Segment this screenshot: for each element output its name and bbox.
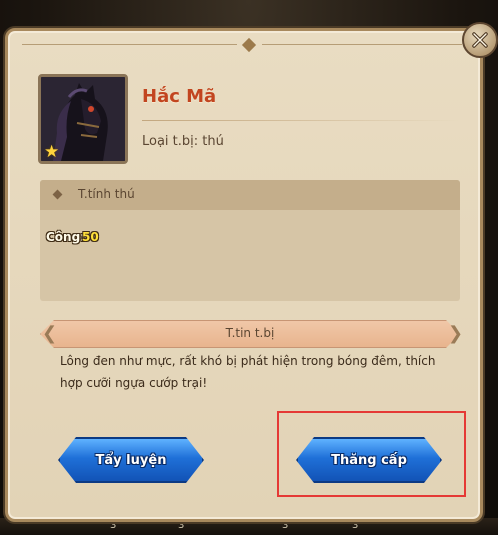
upgrade-highlight-box xyxy=(277,411,466,497)
attack-stat-value: 50 xyxy=(82,230,99,244)
close-button[interactable] xyxy=(462,22,498,58)
attributes-title: T.tính thú xyxy=(78,187,135,201)
item-description: Lông đen như mực, rất khó bị phát hiện t… xyxy=(60,354,436,390)
info-title: T.tin t.bị xyxy=(225,326,275,340)
close-icon xyxy=(472,32,488,48)
item-name: Hắc Mã xyxy=(142,86,217,107)
item-type: Loại t.bị: thú xyxy=(142,134,224,149)
refine-button[interactable]: Tẩy luyện xyxy=(58,437,204,483)
star-icon: ★ xyxy=(44,142,60,162)
attack-stat-label: Công: xyxy=(46,230,85,244)
top-ornament-line xyxy=(262,44,462,45)
refine-button-label: Tẩy luyện xyxy=(95,452,167,468)
top-ornament-line xyxy=(22,44,237,45)
name-divider xyxy=(142,120,460,121)
